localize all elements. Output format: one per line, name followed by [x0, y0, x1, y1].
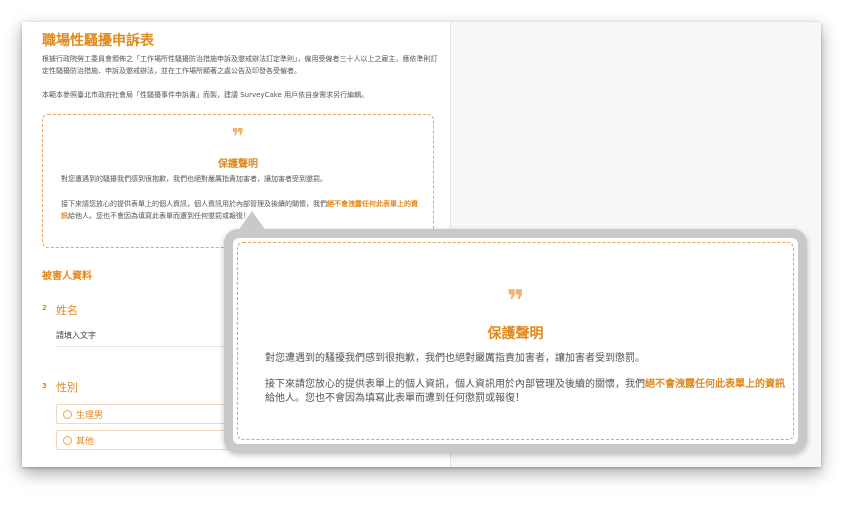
callout-pointer: [238, 211, 266, 231]
radio-icon[interactable]: [63, 436, 72, 445]
intro-paragraph-2: 本範本參照臺北市政府社會局「性騷擾事件申訴書」而製，建議 SurveyCake …: [42, 91, 369, 99]
callout-inner: ❞ 保護聲明 對您遭遇到的騷擾我們感到很抱歉，我們也絕對嚴厲指責加害者，讓加害者…: [233, 238, 798, 444]
radio-icon[interactable]: [63, 410, 72, 419]
option-label: 其他: [76, 437, 95, 447]
statement-highlight: 絕不會洩露任何此表單上的資訊: [645, 379, 785, 390]
section-title-victim-info: 被害人資料: [42, 271, 92, 282]
quote-icon: ❞: [506, 284, 525, 319]
zoomed-statement-callout: ❞ 保護聲明 對您遭遇到的騷擾我們感到很抱歉，我們也絕對嚴厲指責加害者，讓加害者…: [224, 211, 807, 453]
form-intro: 根據行政院勞工委員會頒佈之「工作場所性騷擾防治措施申訴及懲戒辦法訂定準則」，僱用…: [42, 53, 442, 101]
question-label-gender: 性別: [56, 381, 78, 394]
question-number: 3: [42, 382, 47, 390]
question-number: 2: [42, 304, 47, 312]
callout-dashed-frame: ❞ 保護聲明 對您遭遇到的騷擾我們感到很抱歉，我們也絕對嚴厲指責加害者，讓加害者…: [237, 242, 794, 440]
statement-line-2: 接下來請您放心的提供表單上的個人資訊，個人資訊用於內部管理及後續的關懷，我們絕不…: [265, 379, 785, 404]
statement-line-1: 對您遭遇到的騷擾我們感到很抱歉，我們也絕對嚴厲指責加害者，讓加害者受到懲罰。: [61, 175, 327, 183]
statement-line-1: 對您遭遇到的騷擾我們感到很抱歉，我們也絕對嚴厲指責加害者，讓加害者受到懲罰。: [265, 353, 645, 364]
quote-icon: ❞: [231, 125, 245, 150]
question-label-name: 姓名: [56, 304, 78, 317]
statement-title: 保護聲明: [487, 326, 544, 342]
form-title: 職場性騷擾申訴表: [42, 33, 154, 49]
option-label: 生理男: [76, 411, 104, 421]
statement-title: 保護聲明: [218, 159, 258, 170]
intro-paragraph-1: 根據行政院勞工委員會頒佈之「工作場所性騷擾防治措施申訴及懲戒辦法訂定準則」，僱用…: [42, 55, 438, 75]
